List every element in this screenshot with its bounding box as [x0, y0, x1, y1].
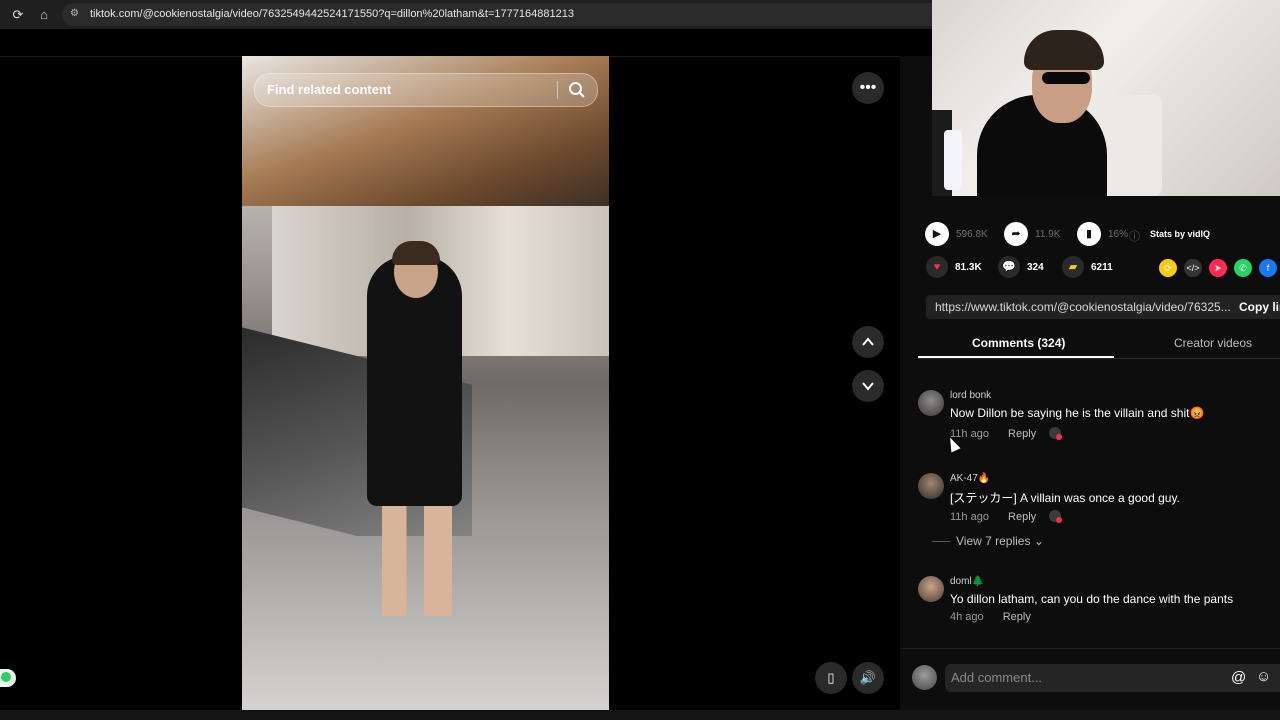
comment-meta: 11h ago Reply — [950, 508, 1063, 523]
comment-count: 324 — [1027, 262, 1044, 273]
comment-input-placeholder: Add comment... — [951, 670, 1043, 685]
webcam-bottle — [944, 130, 962, 190]
send-icon[interactable]: ➤ — [1209, 259, 1227, 277]
creator-like-icon — [1049, 510, 1063, 523]
address-bar[interactable]: ⚙ tiktok.com/@cookienostalgia/video/7632… — [62, 3, 932, 26]
share-count: 11.9K — [1035, 229, 1061, 240]
creator-like-icon — [1049, 427, 1063, 440]
more-options-icon[interactable]: ••• — [852, 72, 884, 104]
related-search-input[interactable]: Find related content — [254, 73, 598, 107]
tiktok-header — [0, 29, 932, 57]
save-count: 6211 — [1091, 262, 1113, 273]
like-icon[interactable]: ♥ — [926, 256, 948, 278]
avatar[interactable] — [918, 473, 944, 499]
comment-username[interactable]: doml🌲 — [950, 576, 984, 587]
comment-username[interactable]: AK-47🔥 — [950, 473, 990, 484]
view-replies-label: View 7 replies — [956, 534, 1031, 548]
mini-player-icon[interactable]: ▯ — [815, 662, 847, 694]
repost-icon[interactable]: ⟳ — [1159, 259, 1177, 277]
whatsapp-icon[interactable]: ✆ — [1234, 259, 1252, 277]
webcam-person-glasses — [1042, 72, 1090, 84]
search-divider — [557, 81, 558, 99]
engagement-icon: ▮ — [1077, 222, 1101, 246]
previous-video-button[interactable] — [852, 326, 884, 358]
comment-input[interactable]: Add comment... @ ☺ — [945, 664, 1280, 692]
video-scene-hair — [392, 241, 440, 265]
comment-time: 4h ago — [950, 611, 984, 623]
related-search-placeholder: Find related content — [267, 82, 392, 97]
tab-creator-videos[interactable]: Creator videos — [1174, 336, 1252, 350]
streamer-webcam-overlay — [932, 0, 1280, 196]
volume-icon[interactable]: 🔊 — [852, 662, 884, 694]
reload-icon[interactable]: ⟳ — [10, 7, 26, 23]
bookmark-icon[interactable]: ▰ — [1062, 256, 1084, 278]
mention-icon[interactable]: @ — [1231, 669, 1246, 686]
comment-text: Now Dillon be saying he is the villain a… — [950, 406, 1205, 420]
current-user-avatar[interactable] — [912, 665, 937, 690]
reply-button[interactable]: Reply — [1003, 611, 1031, 623]
info-icon[interactable]: ⓘ — [1129, 228, 1140, 244]
extension-status-icon[interactable] — [0, 669, 16, 687]
share-count-icon: ➦ — [1004, 222, 1028, 246]
avatar[interactable] — [918, 576, 944, 602]
video-scene-legs — [382, 496, 452, 616]
vidiq-label: Stats by vidIQ — [1150, 229, 1211, 239]
copy-link-button[interactable]: Copy lin — [1239, 300, 1280, 314]
comment-meta: 11h ago Reply — [950, 425, 1063, 440]
comment-time: 11h ago — [950, 511, 989, 523]
comment-text: Yo dillon latham, can you do the dance w… — [950, 592, 1234, 606]
copy-link-bar: https://www.tiktok.com/@cookienostalgia/… — [926, 295, 1280, 319]
comment-icon[interactable]: 💬 — [998, 256, 1020, 278]
comment-meta: 4h ago Reply — [950, 611, 1031, 623]
site-info-icon[interactable]: ⚙ — [70, 8, 82, 20]
tab-comments[interactable]: Comments (324) — [972, 336, 1065, 350]
url-text: tiktok.com/@cookienostalgia/video/763254… — [90, 8, 574, 20]
reply-button[interactable]: Reply — [1008, 511, 1036, 523]
browser-toolbar: ⟳ ⌂ ⚙ tiktok.com/@cookienostalgia/video/… — [0, 0, 932, 29]
reply-button[interactable]: Reply — [1008, 428, 1036, 440]
taskbar — [0, 710, 1280, 720]
like-count: 81.3K — [955, 262, 982, 273]
comment-text: [ステッカー] A villain was once a good guy. — [950, 491, 1180, 505]
emoji-icon[interactable]: ☺ — [1256, 668, 1271, 685]
home-icon[interactable]: ⌂ — [36, 7, 52, 23]
video-player[interactable]: Find related content — [242, 56, 609, 710]
engagement-rate: 16% — [1108, 229, 1129, 240]
search-icon[interactable] — [567, 80, 587, 100]
video-link-text: https://www.tiktok.com/@cookienostalgia/… — [935, 300, 1231, 314]
comment-username[interactable]: lord bonk — [950, 390, 991, 401]
panel-tabs: Comments (324) Creator videos — [918, 328, 1280, 359]
play-count-icon: ▶ — [925, 222, 949, 246]
chevron-down-icon: ⌄ — [1033, 534, 1044, 548]
active-tab-indicator — [918, 356, 1114, 358]
avatar[interactable] — [918, 390, 944, 416]
next-video-button[interactable] — [852, 370, 884, 402]
webcam-person-hair — [1024, 30, 1104, 70]
view-count: 596.8K — [956, 229, 988, 240]
view-replies-button[interactable]: View 7 replies ⌄ — [932, 534, 1044, 548]
embed-icon[interactable]: </> — [1184, 259, 1202, 277]
facebook-icon[interactable]: f — [1259, 259, 1277, 277]
